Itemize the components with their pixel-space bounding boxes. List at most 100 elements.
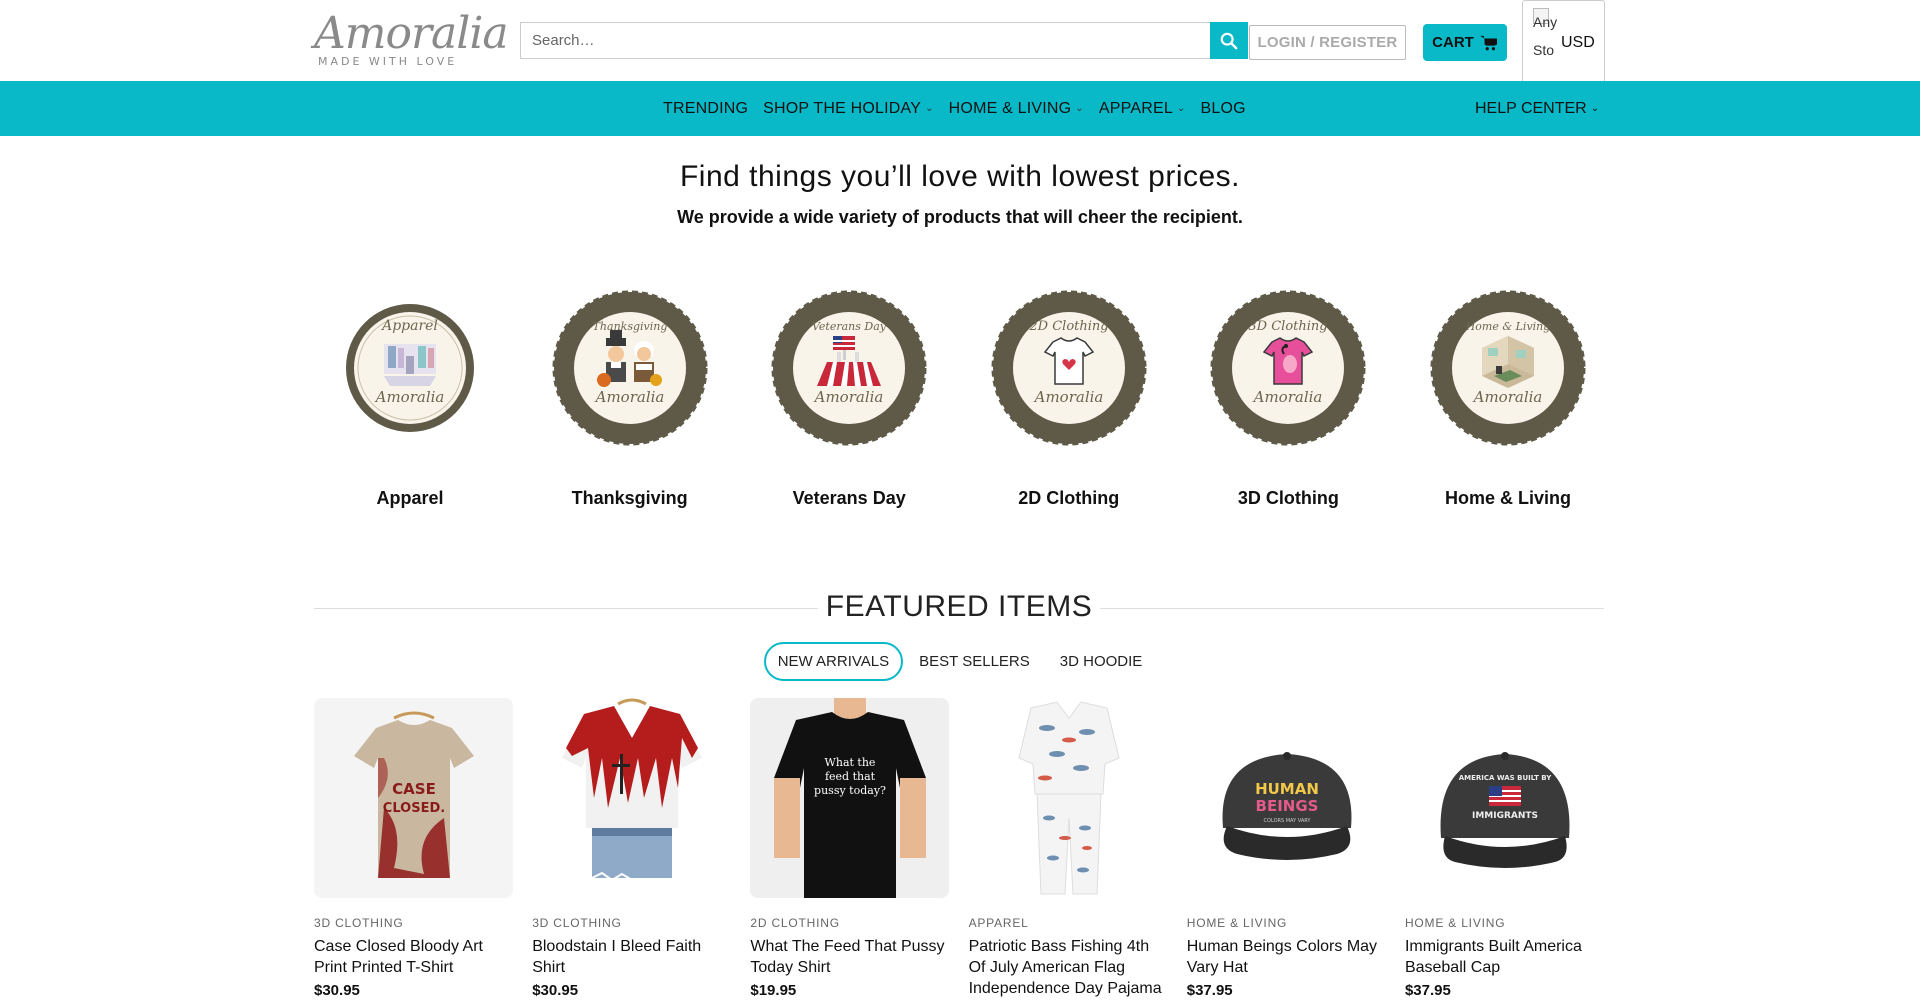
category-3d-clothing[interactable]: 3D Clothing Amoralia 3D Clothing: [1192, 290, 1384, 509]
product-name[interactable]: What The Feed That Pussy Today Shirt: [750, 936, 949, 978]
category-label: Veterans Day: [792, 488, 906, 508]
product-image[interactable]: What the feed that pussy today?: [750, 698, 950, 898]
search-button[interactable]: [1210, 22, 1248, 59]
site-header: Amoralia MADE WITH LOVE LOGIN / REGISTER…: [0, 0, 1920, 86]
tab-best-sellers[interactable]: BEST SELLERS: [905, 642, 1044, 681]
product-price: $37.95: [1404, 982, 1451, 999]
category-label: Home & Living: [1444, 488, 1571, 508]
fish-pajama-image: [1017, 701, 1120, 895]
search-icon: [1220, 32, 1238, 49]
product-category[interactable]: 3D CLOTHING: [532, 916, 731, 930]
nav-menu: TRENDING SHOP THE HOLIDAY ⌄ HOME & LIVIN…: [663, 81, 1261, 136]
category-badge: 2D Clothing Amoralia: [991, 290, 1147, 446]
nav-item-home-living[interactable]: HOME & LIVING ⌄: [949, 100, 1084, 118]
product-card[interactable]: CASE CLOSED. 3D CLOTHING Case Closed Blo…: [314, 698, 513, 1003]
hat-print-line-2: IMMIGRANTS: [1472, 811, 1538, 821]
badge-title: Apparel: [380, 318, 438, 334]
product-image[interactable]: [968, 698, 1168, 898]
product-name[interactable]: Human Beings Colors May Vary Hat: [1187, 936, 1386, 978]
badge-brand: Amoralia: [813, 388, 884, 406]
site-logo[interactable]: Amoralia MADE WITH LOVE: [314, 8, 509, 70]
immigrants-hat-image: AMERICA WAS BUILT BY IMMIGRANTS: [1440, 752, 1570, 868]
nav-item-label: HELP CENTER: [1475, 99, 1587, 117]
nav-item-label: HOME & LIVING: [948, 99, 1072, 117]
category-2d-clothing[interactable]: 2D Clothing Amoralia 2D Clothing: [973, 290, 1165, 509]
cart-icon: [1479, 35, 1497, 50]
product-card[interactable]: AMERICA WAS BUILT BY IMMIGRANTS HOME & L…: [1404, 698, 1604, 1003]
product-image[interactable]: [532, 698, 732, 898]
badge-title: Veterans Day: [812, 320, 887, 333]
product-price: $30.95: [532, 982, 579, 999]
product-price: $37.95: [1186, 982, 1233, 999]
product-card[interactable]: APPAREL Patriotic Bass Fishing 4th Of Ju…: [968, 698, 1168, 1003]
chevron-down-icon: ⌄: [925, 103, 934, 114]
chevron-down-icon: ⌄: [1590, 103, 1600, 114]
product-name[interactable]: Patriotic Bass Fishing 4th Of July Ameri…: [969, 936, 1168, 999]
featured-tabs: NEW ARRIVALS BEST SELLERS 3D HOODIE: [0, 642, 1920, 681]
case-closed-tshirt-image: CASE CLOSED.: [354, 711, 474, 878]
category-home-living[interactable]: Home & Living Amoralia Home & Living: [1412, 290, 1604, 509]
nav-item-shop-the-holiday[interactable]: SHOP THE HOLIDAY ⌄: [763, 100, 934, 118]
product-category[interactable]: APPAREL: [969, 916, 1168, 930]
logo-tagline: MADE WITH LOVE: [318, 55, 458, 68]
nav-item-label: APPAREL: [1098, 99, 1173, 117]
currency-switcher[interactable]: Any Sto USD: [1522, 0, 1605, 86]
nav-item-trending[interactable]: TRENDING: [663, 100, 748, 118]
product-card[interactable]: What the feed that pussy today? 2D CLOTH…: [750, 698, 950, 1003]
login-register-button[interactable]: LOGIN / REGISTER: [1249, 25, 1406, 60]
featured-title: FEATURED ITEMS: [825, 590, 1093, 623]
product-name[interactable]: Bloodstain I Bleed Faith Shirt: [532, 936, 731, 978]
hero-title: Find things you’ll love with lowest pric…: [679, 160, 1241, 193]
hat-print-line-3: COLORS MAY VARY: [1263, 818, 1311, 824]
category-badge: Home & Living Amoralia: [1430, 290, 1586, 446]
main-nav: TRENDING SHOP THE HOLIDAY ⌄ HOME & LIVIN…: [0, 81, 1920, 136]
shirt-print-line-2: CLOSED.: [383, 801, 445, 816]
product-category[interactable]: 3D CLOTHING: [314, 916, 513, 930]
nav-item-help-center[interactable]: HELP CENTER ⌄: [1475, 81, 1599, 136]
product-card[interactable]: 3D CLOTHING Bloodstain I Bleed Faith Shi…: [532, 698, 732, 1003]
cart-button[interactable]: CART: [1423, 24, 1507, 61]
category-veterans-day[interactable]: Veterans Day Amoralia Veterans Day: [753, 290, 945, 509]
shirt-print-line-1: What the: [825, 756, 876, 769]
chevron-down-icon: ⌄: [1176, 103, 1186, 114]
product-image[interactable]: AMERICA WAS BUILT BY IMMIGRANTS: [1404, 698, 1604, 898]
tab-3d-hoodie[interactable]: 3D HOODIE: [1046, 642, 1157, 681]
category-label: 3D Clothing: [1237, 488, 1339, 508]
category-badge: 3D Clothing Amoralia: [1210, 290, 1366, 446]
shirt-print-line-3: pussy today?: [814, 784, 886, 797]
shirt-print-line-1: CASE: [392, 780, 436, 798]
product-name[interactable]: Immigrants Built America Baseball Cap: [1405, 936, 1604, 978]
badge-title: Home & Living: [1465, 320, 1551, 333]
product-image[interactable]: HUMAN BEINGS COLORS MAY VARY: [1186, 698, 1386, 898]
search-input[interactable]: [520, 22, 1210, 59]
chevron-down-icon: ⌄: [1075, 103, 1084, 114]
black-tshirt-image: What the feed that pussy today?: [774, 698, 927, 898]
human-beings-hat-image: HUMAN BEINGS COLORS MAY VARY: [1222, 752, 1352, 860]
product-image[interactable]: CASE CLOSED.: [314, 698, 513, 898]
hat-print-line-1: HUMAN: [1255, 780, 1319, 798]
hero-subtitle: We provide a wide variety of products th…: [677, 207, 1243, 227]
category-label: 2D Clothing: [1018, 488, 1120, 508]
nav-item-apparel[interactable]: APPAREL ⌄: [1099, 100, 1186, 118]
tab-new-arrivals[interactable]: NEW ARRIVALS: [763, 642, 904, 681]
category-grid: Apparel Amoralia Apparel Thanksgiving Am…: [314, 290, 1604, 509]
category-apparel[interactable]: Apparel Amoralia Apparel: [314, 290, 506, 509]
shirt-print-line-2: feed that: [825, 770, 876, 783]
clothing-rack-icon: [384, 344, 436, 386]
nav-item-label: BLOG: [1200, 99, 1246, 117]
currency-code: USD: [1561, 34, 1595, 51]
product-card[interactable]: HUMAN BEINGS COLORS MAY VARY HOME & LIVI…: [1186, 698, 1386, 1003]
product-category[interactable]: 2D CLOTHING: [750, 916, 949, 930]
bleed-faith-shirt-image: [562, 698, 703, 882]
hat-print-line-1: AMERICA WAS BUILT BY: [1459, 774, 1553, 782]
product-category[interactable]: HOME & LIVING: [1187, 916, 1386, 930]
product-category[interactable]: HOME & LIVING: [1405, 916, 1604, 930]
category-label: Thanksgiving: [571, 488, 688, 508]
currency-flag-alt: Any Sto: [1533, 14, 1557, 58]
product-name[interactable]: Case Closed Bloody Art Print Printed T-S…: [314, 936, 513, 978]
nav-item-blog[interactable]: BLOG: [1201, 100, 1246, 118]
nav-item-label: SHOP THE HOLIDAY: [763, 99, 922, 117]
product-price: $30.95: [314, 982, 360, 999]
category-thanksgiving[interactable]: Thanksgiving Amoralia Thanksgiving: [534, 290, 726, 509]
category-badge: Thanksgiving Amoralia: [552, 290, 708, 446]
